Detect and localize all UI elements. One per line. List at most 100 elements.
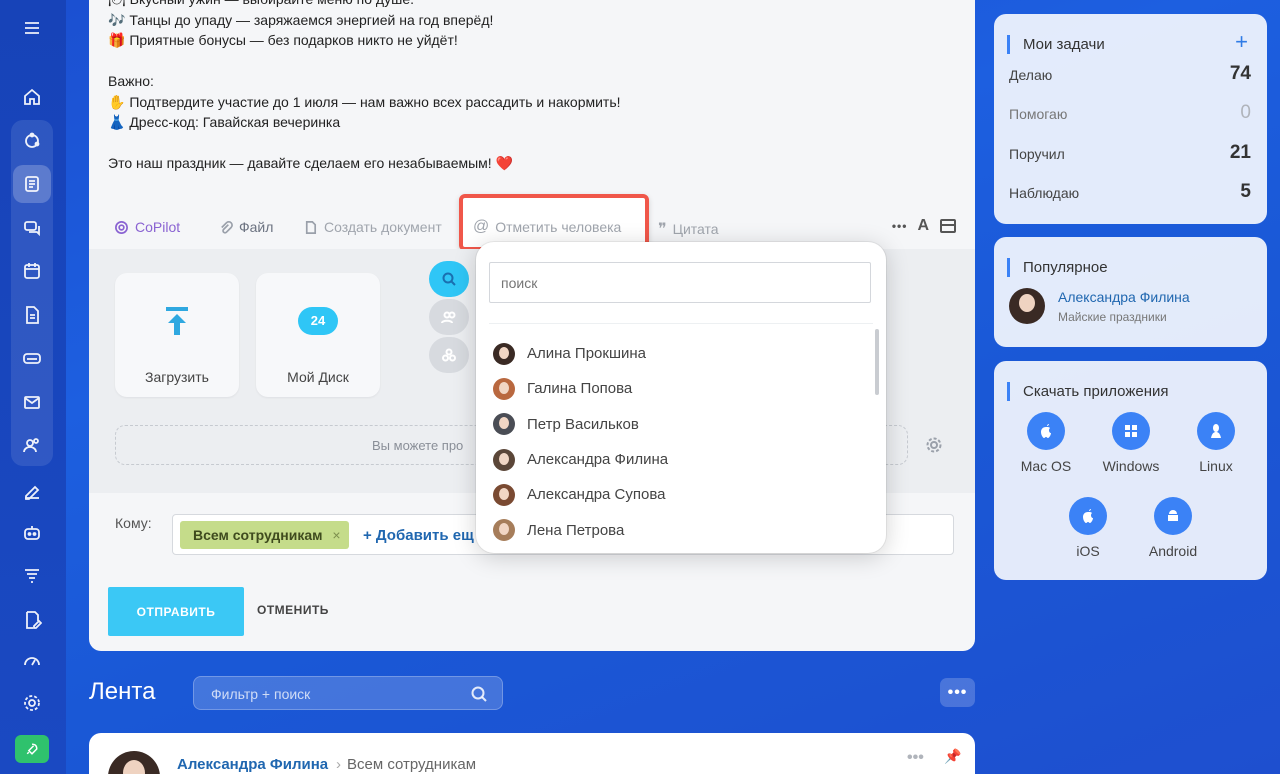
my-disk-tile[interactable]: 24 Мой Диск [256, 273, 380, 397]
bot-icon[interactable] [13, 514, 51, 552]
font-button[interactable]: A [917, 217, 929, 235]
list-item[interactable]: Александра Филина [493, 442, 668, 477]
feed-title: Лента [89, 678, 156, 705]
search-icon[interactable] [470, 685, 488, 703]
copilot-button[interactable]: CoPilot [114, 219, 180, 235]
task-row[interactable]: Наблюдаю 5 [1009, 181, 1251, 202]
menu-icon[interactable] [13, 9, 51, 47]
add-recipient-link[interactable]: + Добавить ещ [363, 527, 474, 544]
shared-files-icon[interactable] [429, 337, 469, 373]
task-row[interactable]: Поручил 21 [1009, 142, 1251, 163]
feed-more-button[interactable]: ••• [940, 678, 975, 707]
linux-icon [1197, 412, 1235, 450]
filter-icon[interactable] [13, 557, 51, 595]
my-disk-label: Мой Диск [287, 369, 349, 385]
post-recipient-label[interactable]: Всем сотрудникам [347, 756, 476, 773]
avatar [493, 342, 515, 365]
recipients-label: Кому: [115, 515, 152, 531]
post-more-icon[interactable]: ••• [907, 749, 924, 767]
document-icon [305, 220, 317, 234]
avatar [493, 413, 515, 436]
drive-icon[interactable] [13, 339, 51, 377]
recipient-chip[interactable]: Всем сотрудникам × [180, 521, 349, 549]
home-icon[interactable] [13, 78, 51, 116]
upload-label: Загрузить [145, 369, 209, 385]
apple-icon [1069, 497, 1107, 535]
feed-post: Александра Филина › Всем сотрудникам ••• … [89, 733, 975, 774]
feed-icon[interactable] [13, 165, 51, 203]
avatar [493, 377, 515, 400]
app-ios[interactable]: iOS [1048, 497, 1128, 559]
filter-placeholder: Фильтр + поиск [211, 686, 311, 702]
gauge-icon[interactable] [13, 641, 51, 679]
list-item[interactable]: Алина Прокшина [493, 336, 668, 371]
my-tasks-title[interactable]: Мои задачи [1007, 35, 1105, 54]
task-row[interactable]: Помогаю 0 [1009, 102, 1251, 123]
avatar[interactable] [108, 751, 160, 774]
message-body[interactable]: 🍽 Вкусный ужин — выбирайте меню по душе.… [108, 0, 621, 174]
people-search-input[interactable] [489, 262, 871, 303]
mail-icon[interactable] [13, 383, 51, 421]
person-name: Петр Васильков [527, 415, 639, 433]
toggle-panel-icon[interactable] [939, 217, 957, 235]
mention-button[interactable]: @ Отметить человека [473, 218, 621, 236]
edit-doc-icon[interactable] [13, 601, 51, 639]
paperclip-icon [221, 220, 233, 234]
toolbar-right: ••• A [892, 217, 957, 235]
list-item[interactable]: Петр Васильков [493, 407, 668, 442]
quote-label: Цитата [672, 221, 719, 237]
quote-button[interactable]: ❞ Цитата [658, 219, 719, 239]
list-item[interactable]: Галина Попова [493, 371, 668, 406]
message-gap [108, 51, 621, 72]
message-line: 🎁 Приятные бонусы — без подарков никто н… [108, 32, 458, 48]
crm-icon[interactable] [13, 122, 51, 160]
message-line: 🍽 Вкусный ужин — выбирайте меню по душе. [108, 0, 621, 10]
message-line: ✋ Подтвердите участие до 1 июля — нам ва… [108, 93, 621, 110]
apple-icon [1027, 412, 1065, 450]
app-macos[interactable]: Mac OS [1006, 412, 1086, 474]
feed-filter-input[interactable]: Фильтр + поиск [193, 676, 503, 710]
file-button[interactable]: Файл [218, 219, 273, 235]
task-count: 5 [1240, 181, 1251, 202]
sign-icon[interactable] [13, 471, 51, 509]
add-task-button[interactable]: + [1235, 29, 1248, 55]
popup-scrollbar[interactable] [875, 329, 879, 395]
cancel-button[interactable]: ОТМЕНИТЬ [257, 603, 329, 617]
remove-chip-icon[interactable]: × [332, 521, 340, 549]
settings-icon[interactable] [13, 684, 51, 722]
people-icon[interactable] [13, 426, 51, 464]
app-windows[interactable]: Windows [1091, 412, 1171, 474]
app-android[interactable]: Android [1133, 497, 1213, 559]
popular-subtitle[interactable]: Майские праздники [1058, 310, 1167, 324]
list-item[interactable]: Лена Петрова [493, 512, 668, 547]
person-name: Александра Супова [527, 486, 666, 504]
create-document-button[interactable]: Создать документ [303, 219, 442, 235]
popular-title: Популярное [1007, 258, 1108, 277]
send-button[interactable]: ОТПРАВИТЬ [108, 587, 244, 636]
gear-icon[interactable] [925, 436, 943, 454]
upload-tile[interactable]: Загрузить [115, 273, 239, 397]
chat-icon[interactable] [13, 209, 51, 247]
copilot-icon [115, 220, 128, 234]
app-linux[interactable]: Linux [1176, 412, 1256, 474]
post-author[interactable]: Александра Филина [177, 756, 328, 773]
document-icon[interactable] [13, 296, 51, 334]
create-document-label: Создать документ [324, 219, 442, 235]
file-label: Файл [239, 219, 274, 235]
task-row[interactable]: Делаю 74 [1009, 63, 1251, 84]
more-options-button[interactable]: ••• [892, 219, 908, 233]
pin-icon[interactable]: 📌 [944, 748, 961, 765]
cloud-disk-icon: 24 [256, 307, 380, 335]
calendar-icon[interactable] [13, 252, 51, 290]
mention-popup: Алина Прокшина Галина Попова Петр Василь… [476, 242, 886, 553]
search-files-icon[interactable] [429, 261, 469, 297]
message-gap [108, 133, 621, 154]
group-files-icon[interactable] [429, 299, 469, 335]
popular-author[interactable]: Александра Филина [1058, 289, 1190, 305]
list-item[interactable]: Александра Супова [493, 477, 668, 512]
person-name: Лена Петрова [527, 521, 625, 539]
avatar[interactable] [1009, 288, 1045, 324]
task-count: 74 [1229, 63, 1251, 84]
rocket-icon[interactable] [15, 735, 49, 763]
upload-icon [115, 307, 239, 342]
